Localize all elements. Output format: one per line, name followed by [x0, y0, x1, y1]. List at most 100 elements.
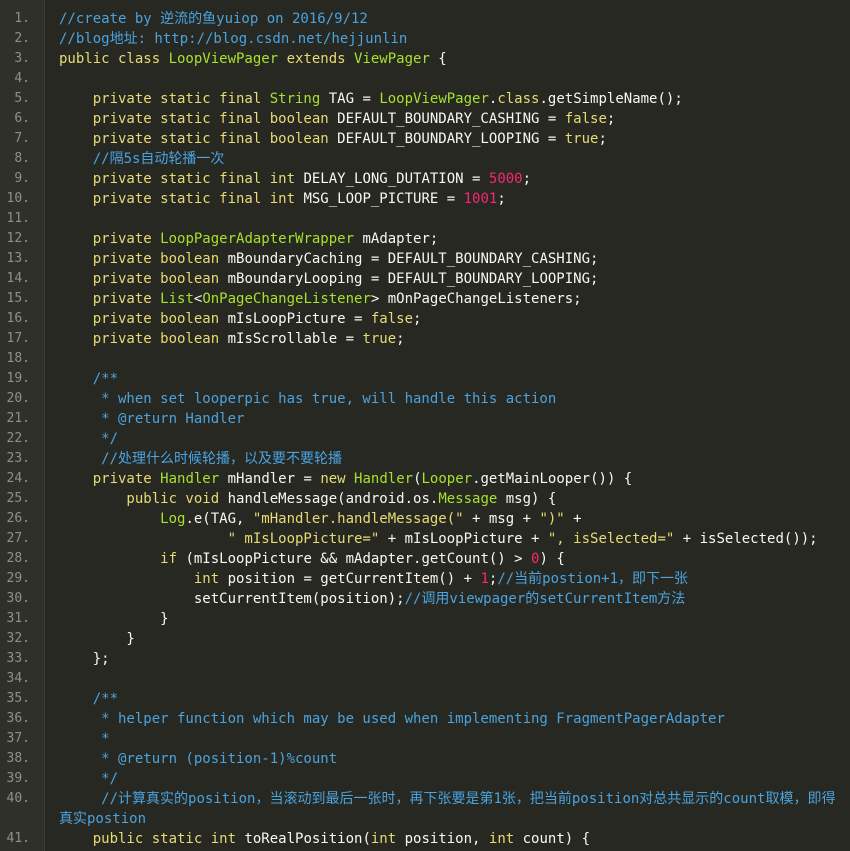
code-line[interactable]: 24. private Handler mHandler = new Handl…	[0, 469, 850, 489]
code-line[interactable]: 9. private static final int DELAY_LONG_D…	[0, 169, 850, 189]
code-line[interactable]: 34.	[0, 669, 850, 689]
line-number: 28.	[6, 551, 30, 566]
code-token: position = getCurrentItem() +	[219, 571, 481, 587]
code-token: DEFAULT_BOUNDARY_CASHING =	[328, 111, 565, 127]
code-text: private boolean mBoundaryLooping = DEFAU…	[59, 269, 844, 289]
code-line[interactable]: 16. private boolean mIsLoopPicture = fal…	[0, 309, 850, 329]
code-token: true	[362, 331, 397, 347]
code-line[interactable]: 12. private LoopPagerAdapterWrapper mAda…	[0, 229, 850, 249]
code-line[interactable]: 36. * helper function which may be used …	[0, 709, 850, 729]
code-line[interactable]: 8. //隔5s自动轮播一次	[0, 149, 850, 169]
code-line[interactable]: 26. Log.e(TAG, "mHandler.handleMessage("…	[0, 509, 850, 529]
code-token: private static final	[59, 91, 270, 107]
code-token: private	[59, 471, 161, 487]
code-token: /**	[59, 371, 119, 387]
line-number: 36.	[6, 711, 30, 726]
code-line[interactable]: 41. public static int toRealPosition(int…	[0, 829, 850, 849]
code-token: ;	[413, 311, 422, 327]
code-token: position,	[396, 831, 489, 847]
code-token: public static int	[59, 831, 237, 847]
code-token: TAG =	[320, 91, 380, 107]
code-line[interactable]: 37. *	[0, 729, 850, 749]
code-token: int	[59, 571, 220, 587]
code-line[interactable]: 32. }	[0, 629, 850, 649]
code-line[interactable]: 22. */	[0, 429, 850, 449]
code-text: *	[59, 729, 844, 749]
code-token: ", isSelected="	[547, 531, 675, 547]
code-line[interactable]: 31. }	[0, 609, 850, 629]
code-text: //create by 逆流的鱼yuiop on 2016/9/12	[59, 9, 844, 29]
code-line[interactable]: 11.	[0, 209, 850, 229]
code-token: count) {	[514, 831, 591, 847]
line-number: 14.	[6, 271, 30, 286]
code-token: mAdapter;	[354, 231, 439, 247]
code-token: OnPageChangeListener	[202, 291, 371, 307]
code-line[interactable]: 38. * @return (position-1)%count	[0, 749, 850, 769]
code-token: };	[59, 651, 110, 667]
code-token: int	[488, 831, 515, 847]
code-line[interactable]: 21. * @return Handler	[0, 409, 850, 429]
code-line[interactable]: 15. private List<OnPageChangeListener> m…	[0, 289, 850, 309]
code-line[interactable]: 14. private boolean mBoundaryLooping = D…	[0, 269, 850, 289]
code-line[interactable]: 27. " mIsLoopPicture=" + mIsLoopPicture …	[0, 529, 850, 549]
code-text: */	[59, 769, 844, 789]
line-number: 19.	[6, 371, 30, 386]
code-line[interactable]: 35. /**	[0, 689, 850, 709]
code-token: * helper function which may be used when…	[59, 711, 725, 727]
code-line[interactable]: 19. /**	[0, 369, 850, 389]
code-token: mHandler =	[219, 471, 321, 487]
code-text: private List<OnPageChangeListener> mOnPa…	[59, 289, 844, 309]
line-number: 12.	[6, 231, 30, 246]
code-text: //隔5s自动轮播一次	[59, 149, 844, 169]
code-token: > mOnPageChangeListeners;	[370, 291, 582, 307]
code-line[interactable]: 7. private static final boolean DEFAULT_…	[0, 129, 850, 149]
code-line[interactable]: 3. public class LoopViewPager extends Vie…	[0, 49, 850, 69]
code-line[interactable]: 2. //blog地址: http://blog.csdn.net/hejjunl…	[0, 29, 850, 49]
code-token: if	[59, 551, 178, 567]
code-token: * @return Handler	[59, 411, 245, 427]
code-text: " mIsLoopPicture=" + mIsLoopPicture + ",…	[59, 529, 844, 549]
code-text: Log.e(TAG, "mHandler.handleMessage(" + m…	[59, 509, 844, 529]
code-line[interactable]: 30. setCurrentItem(position);//调用viewpag…	[0, 589, 850, 609]
code-line[interactable]: 29. int position = getCurrentItem() + 1;…	[0, 569, 850, 589]
code-token: LoopViewPager	[379, 91, 489, 107]
code-line[interactable]: 4.	[0, 69, 850, 89]
code-token: */	[59, 431, 119, 447]
code-area[interactable]: 1. //create by 逆流的鱼yuiop on 2016/9/12 2. //…	[0, 9, 850, 849]
code-line[interactable]: 6. private static final boolean DEFAULT_…	[0, 109, 850, 129]
code-token: false	[564, 111, 607, 127]
code-text: if (mIsLoopPicture && mAdapter.getCount(…	[59, 549, 844, 569]
line-number: 9.	[14, 171, 30, 186]
code-editor[interactable]: 1. //create by 逆流的鱼yuiop on 2016/9/12 2. //…	[0, 0, 850, 851]
code-line[interactable]: 40. //计算真实的position，当滚动到最后一张时，再下张要是第1张，把…	[0, 789, 850, 829]
code-line[interactable]: 18.	[0, 349, 850, 369]
code-token: (	[413, 471, 422, 487]
code-token: new	[320, 471, 355, 487]
code-token: ;	[606, 111, 616, 127]
code-text: private static final boolean DEFAULT_BOU…	[59, 109, 844, 129]
code-text: * helper function which may be used when…	[59, 709, 844, 729]
line-number: 30.	[6, 591, 30, 606]
code-token: Log	[59, 511, 186, 527]
code-line[interactable]: 20. * when set looperpic has true, will …	[0, 389, 850, 409]
code-line[interactable]: 17. private boolean mIsScrollable = true…	[0, 329, 850, 349]
code-line[interactable]: 28. if (mIsLoopPicture && mAdapter.getCo…	[0, 549, 850, 569]
code-text: * when set looperpic has true, will hand…	[59, 389, 844, 409]
line-number: 25.	[6, 491, 30, 506]
code-line[interactable]: 39. */	[0, 769, 850, 789]
code-line[interactable]: 10. private static final int MSG_LOOP_PI…	[0, 189, 850, 209]
code-line[interactable]: 13. private boolean mBoundaryCaching = D…	[0, 249, 850, 269]
code-token: * @return (position-1)%count	[59, 751, 338, 767]
code-token: " mIsLoopPicture="	[59, 531, 380, 547]
code-token: */	[59, 771, 119, 787]
code-line[interactable]: 25. public void handleMessage(android.os…	[0, 489, 850, 509]
code-line[interactable]: 33. };	[0, 649, 850, 669]
code-line[interactable]: 23. //处理什么时候轮播，以及要不要轮播	[0, 449, 850, 469]
line-number: 37.	[6, 731, 30, 746]
code-line[interactable]: 5. private static final String TAG = Loo…	[0, 89, 850, 109]
code-line[interactable]: 1. //create by 逆流的鱼yuiop on 2016/9/12	[0, 9, 850, 29]
line-number: 26.	[6, 511, 30, 526]
line-number: 33.	[6, 651, 30, 666]
line-number: 35.	[6, 691, 30, 706]
code-token: mIsLoopPicture =	[219, 311, 371, 327]
